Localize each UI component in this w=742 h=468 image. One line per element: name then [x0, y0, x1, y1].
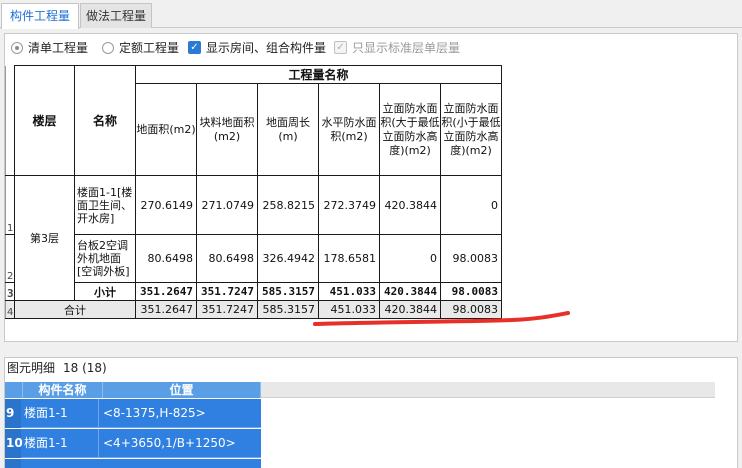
- radio-indicator[interactable]: [11, 42, 23, 54]
- subtotal-value: 585.3157: [257, 282, 319, 301]
- header-name: 名称: [74, 65, 136, 176]
- total-value: 585.3157: [257, 300, 319, 319]
- subtotal-label: 小计: [74, 282, 136, 301]
- tab-component-quantity[interactable]: 构件工程量: [1, 3, 79, 29]
- header-quantity-group: 工程量名称: [135, 65, 502, 84]
- table-row[interactable]: [5, 459, 261, 468]
- table-row[interactable]: 1 第3层 楼面1-1[楼面卫生间、开水房] 270.6149 271.0749…: [5, 175, 502, 301]
- value-cell: 0: [379, 234, 441, 283]
- detail-panel: 图元明细 18 (18) 构件名称 位置 9 楼面1-1 <8-1375,H-82…: [4, 357, 738, 468]
- header-vertical-waterproof-below: 立面防水面积(小于最低立面防水高度)(m2): [440, 83, 502, 176]
- row-index: [5, 459, 21, 468]
- floor-cell: 第3层: [14, 175, 75, 301]
- component-name: 楼面1-1: [23, 399, 99, 428]
- value-cell: 326.4942: [257, 234, 319, 283]
- tab-method-quantity[interactable]: 做法工程量: [80, 3, 152, 28]
- checkmark-icon[interactable]: ✓: [188, 41, 201, 54]
- value-cell: 270.6149: [135, 175, 197, 235]
- total-value: 351.2647: [135, 300, 197, 319]
- row-number: 3: [5, 282, 15, 301]
- value-cell: 98.0083: [440, 234, 502, 283]
- detail-title-bar: 图元明细 18 (18): [7, 360, 107, 376]
- row-index: 9: [5, 399, 21, 428]
- component-name: 楼面1-1[楼面卫生间、开水房]: [74, 175, 136, 235]
- value-cell: 0: [440, 175, 502, 235]
- total-value: 351.7247: [196, 300, 258, 319]
- value-cell: 271.0749: [196, 175, 258, 235]
- table-row[interactable]: 2 台板2空调外机地面[空调外板] 80.6498 80.6498 326.49…: [5, 234, 502, 283]
- row-number: 4: [5, 300, 15, 319]
- total-label: 合计: [14, 300, 136, 319]
- header-vertical-waterproof-above: 立面防水面积(大于最低立面防水高度)(m2): [379, 83, 441, 176]
- value-cell: 272.3749: [318, 175, 380, 235]
- row-number: 1: [5, 175, 15, 235]
- radio-indicator[interactable]: [102, 42, 114, 54]
- quantity-table: 楼层 名称 工程量名称 地面积(m2) 块料地面积(m2) 地面周长(m) 水平…: [5, 65, 502, 319]
- position-value: <4+3650,1/B+1250>: [103, 436, 236, 450]
- subtotal-value: 451.033: [318, 282, 380, 301]
- detail-count: 18 (18): [63, 361, 107, 375]
- tab-bar: 构件工程量 做法工程量: [0, 0, 742, 29]
- value-cell: 420.3844: [379, 175, 441, 235]
- radio-bill-label: 清单工程量: [28, 41, 89, 55]
- component-name: 楼面1-1: [23, 429, 99, 458]
- header-component-name[interactable]: 构件名称: [23, 382, 103, 398]
- component-name: 台板2空调外机地面[空调外板]: [74, 234, 136, 283]
- table-row[interactable]: 10 楼面1-1 <4+3650,1/B+1250>: [5, 429, 261, 458]
- header-tile-area: 块料地面积(m2): [196, 83, 258, 176]
- value-cell: 80.6498: [196, 234, 258, 283]
- subtotal-value: 420.3844: [379, 282, 441, 301]
- header-floor-area: 地面积(m2): [135, 83, 197, 176]
- header-perimeter: 地面周长(m): [257, 83, 319, 176]
- radio-quota-label: 定额工程量: [119, 41, 180, 55]
- value-cell: 178.6581: [318, 234, 380, 283]
- checkbox-standard-floor-label: 只显示标准层单层量: [352, 41, 461, 55]
- row-number: 2: [5, 234, 15, 283]
- checkmark-icon: ✓: [334, 41, 347, 54]
- detail-title: 图元明细: [7, 361, 56, 375]
- detail-table-header: 构件名称 位置: [5, 382, 715, 398]
- quantity-panel: 清单工程量 定额工程量 ✓ 显示房间、组合构件量 ✓ 只显示标准层单层量 楼层 …: [4, 33, 738, 342]
- subtotal-value: 98.0083: [440, 282, 502, 301]
- value-cell: 80.6498: [135, 234, 197, 283]
- row-index: 10: [5, 429, 23, 458]
- value-cell: 258.8215: [257, 175, 319, 235]
- header-position[interactable]: 位置: [103, 382, 261, 398]
- red-annotation-mark: [313, 311, 570, 326]
- position-value: <8-1375,H-825>: [103, 406, 206, 420]
- header-horizontal-waterproof: 水平防水面积(m2): [318, 83, 380, 176]
- header-index-cell: [5, 382, 23, 398]
- checkbox-show-rooms-label: 显示房间、组合构件量: [206, 41, 327, 55]
- subtotal-row[interactable]: 3 小计 351.2647 351.7247 585.3157 451.033 …: [5, 282, 502, 301]
- table-row[interactable]: 9 楼面1-1 <8-1375,H-825>: [5, 399, 261, 428]
- subtotal-value: 351.7247: [196, 282, 258, 301]
- header-floor: 楼层: [14, 65, 75, 176]
- subtotal-value: 351.2647: [135, 282, 197, 301]
